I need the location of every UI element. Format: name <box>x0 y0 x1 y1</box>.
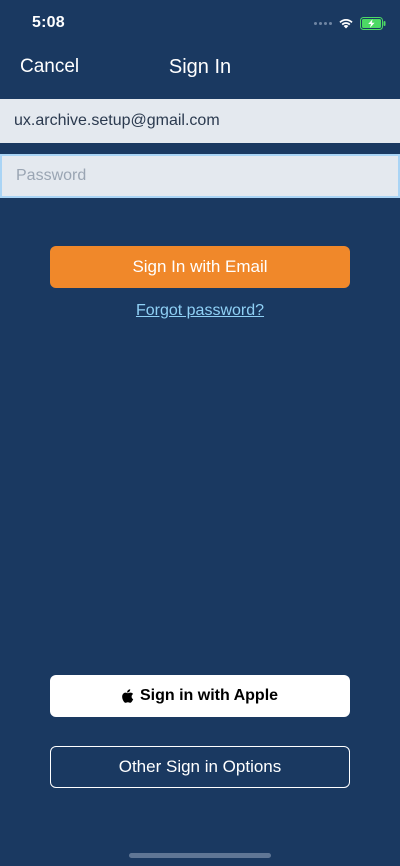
sign-in-apple-label: Sign in with Apple <box>139 687 279 704</box>
sign-in-email-button[interactable]: Sign In with Email <box>50 246 350 288</box>
cellular-dots-icon <box>314 21 332 25</box>
sign-in-apple-button[interactable]: Sign in with Apple <box>50 675 350 717</box>
password-placeholder: Password <box>16 167 87 184</box>
other-sign-in-options-label: Other Sign in Options <box>118 757 282 776</box>
status-bar: 5:08 <box>0 0 400 48</box>
email-value: ux.archive.setup@gmail.com <box>14 112 220 129</box>
sign-in-email-label: Sign In with Email <box>132 257 268 276</box>
home-indicator <box>129 853 271 858</box>
wifi-icon <box>339 19 353 29</box>
apple-logo-icon <box>122 689 134 703</box>
battery-charging-icon <box>360 16 386 30</box>
status-icons <box>314 14 386 32</box>
status-time: 5:08 <box>32 14 65 31</box>
other-sign-in-options-button[interactable]: Other Sign in Options <box>50 746 350 788</box>
page-title: Sign In <box>168 56 232 78</box>
email-field[interactable]: ux.archive.setup@gmail.com <box>0 99 400 143</box>
password-field[interactable]: Password <box>0 154 400 198</box>
nav-bar: Cancel Sign In <box>0 48 400 88</box>
forgot-password-link[interactable]: Forgot password? <box>0 302 400 320</box>
